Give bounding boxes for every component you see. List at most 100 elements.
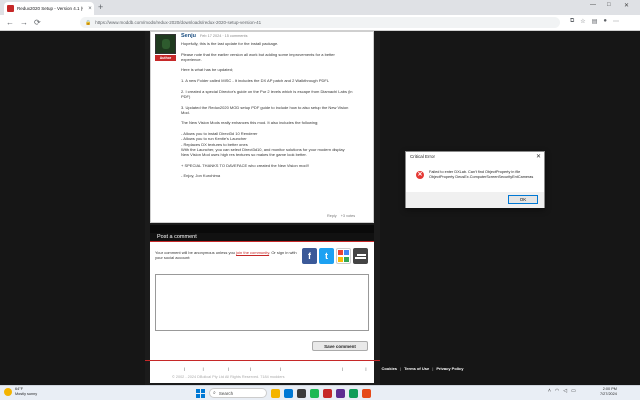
dialog-body: ✕ Failed to enter DXLab. Can't find Obje… (406, 162, 544, 192)
post-comment-heading: Post a comment (150, 233, 374, 242)
footer-link[interactable]: Cross-Platform Mod Support (284, 366, 339, 371)
windows-taskbar: 64°F Mostly sunny ⌕ Search ˄ ◠ ◁ ▭ 2:00 … (0, 385, 640, 400)
comment-line: - Enjoy, Jon Kurohima (181, 173, 221, 179)
taskbar-app-icon[interactable] (336, 388, 345, 398)
steam-icon (355, 254, 366, 259)
avatar-image (162, 39, 170, 49)
twitter-login-button[interactable]: t (319, 248, 334, 264)
footer-separator: | (202, 366, 204, 371)
taskbar-app-icon[interactable] (323, 388, 332, 398)
reload-button[interactable]: ⟳ (34, 18, 41, 27)
new-tab-button[interactable]: + (98, 3, 103, 12)
author-badge: Author (155, 55, 176, 61)
taskbar-app-icon[interactable] (310, 388, 319, 398)
start-icon[interactable] (196, 388, 205, 398)
comment-line: 2. I created a special Director's guide … (181, 88, 353, 94)
battery-icon[interactable]: ▭ (571, 388, 576, 394)
google-icon (338, 250, 349, 262)
site-info-icon[interactable]: 🔒 (85, 20, 91, 26)
collections-icon[interactable]: ▤ (592, 18, 598, 25)
browser-toolbar-icons: ⧉ ☆ ▤ ● ⋯ (570, 18, 619, 25)
comment-footer: Reply +3 votes (327, 214, 355, 218)
browser-tab[interactable]: Redux2020 Setup - Version 4.1 (v... × (4, 2, 94, 15)
search-icon: ⌕ (213, 390, 216, 396)
dialog-ok-button[interactable]: OK (508, 195, 538, 204)
search-placeholder: Search (218, 390, 234, 396)
save-comment-button[interactable]: Save comment (312, 341, 368, 351)
post-comment-intro: Your comment will be anonymous unless yo… (155, 250, 305, 261)
taskbar-center: ⌕ Search (196, 388, 371, 398)
footer-link[interactable]: Contact (232, 366, 247, 371)
social-login-buttons: f t (302, 248, 368, 264)
dialog-title: Critical Error (410, 154, 436, 159)
favicon-icon (7, 5, 14, 12)
footer-link[interactable]: Privacy Policy (436, 366, 463, 371)
taskbar-search[interactable]: ⌕ Search (209, 388, 267, 398)
avatar[interactable] (155, 34, 176, 54)
taskbar-app-icon[interactable] (349, 388, 358, 398)
weather-description: Mostly sunny (15, 391, 38, 396)
taskbar-app-icon[interactable] (284, 388, 293, 398)
footer-separator: | (183, 366, 186, 371)
clock-date: 7/27/2024 (600, 392, 617, 396)
footer-link[interactable]: Advertise (207, 366, 225, 371)
moddb-logo[interactable] (151, 365, 165, 379)
system-tray: ˄ ◠ ◁ ▭ (548, 388, 576, 394)
weather-widget[interactable]: 64°F Mostly sunny (4, 387, 37, 396)
comment-card: Author Senju Feb 17 2024 · 15 comments H… (150, 31, 374, 223)
sun-icon (4, 387, 12, 396)
footer-copyright: © 2002 - 2024 DBolical Pty Ltd All Right… (172, 375, 285, 379)
comment-body: Hopefully, this is the last update for t… (181, 41, 371, 179)
back-button[interactable]: ← (6, 18, 14, 27)
footer-separator: | (400, 366, 402, 371)
footer-link[interactable]: Blog (172, 366, 181, 371)
minimize-button[interactable]: — (590, 2, 596, 8)
page-left-background (0, 31, 145, 385)
forward-button[interactable]: → (20, 18, 28, 27)
vote-count[interactable]: +3 votes (341, 214, 355, 218)
footer-link[interactable]: About (188, 366, 200, 371)
site-footer: Blog | About | Advertise | Contact | Submit Mod |… (145, 362, 495, 384)
extensions-icon[interactable]: ⧉ (570, 18, 574, 25)
window-close-button[interactable]: ✕ (624, 2, 629, 9)
taskbar-clock[interactable]: 2:00 PM 7/27/2024 (600, 387, 617, 397)
menu-icon[interactable]: ⋯ (613, 18, 619, 25)
taskbar-app-icon[interactable] (362, 388, 371, 398)
footer-link[interactable]: Terms of Use (404, 366, 429, 371)
address-bar[interactable]: 🔒 https://www.moddb.com/mods/redux-2020/… (80, 17, 560, 28)
wifi-icon[interactable]: ◠ (555, 388, 559, 394)
dialog-message: Failed to enter DXLab. Can't find Object… (429, 170, 534, 179)
footer-link[interactable]: Submit Mod (254, 366, 277, 371)
comment-textarea[interactable] (155, 274, 369, 331)
footer-link[interactable]: Cookies (381, 366, 397, 371)
footer-separator: | (279, 366, 282, 371)
footer-separator: | (432, 366, 434, 371)
reply-link[interactable]: Reply (327, 214, 337, 218)
intro-text-before: Your comment will be anonymous unless yo… (155, 250, 235, 255)
browser-navbar: ← → ⟳ 🔒 https://www.moddb.com/mods/redux… (0, 15, 640, 31)
maximize-button[interactable]: □ (607, 2, 611, 8)
dialog-close-button[interactable]: ✕ (536, 153, 541, 160)
section-divider (150, 225, 374, 233)
url-text: https://www.moddb.com/mods/redux-2020/do… (95, 20, 262, 25)
web-page: Author Senju Feb 17 2024 · 15 comments H… (0, 31, 640, 385)
taskbar-app-icon[interactable] (297, 388, 306, 398)
comment-header: Senju Feb 17 2024 · 15 comments (181, 33, 247, 39)
footer-separator: | (249, 366, 252, 371)
google-login-button[interactable] (336, 248, 351, 264)
steam-login-button[interactable] (353, 248, 368, 264)
error-icon: ✕ (416, 171, 424, 179)
comment-username[interactable]: Senju (181, 33, 196, 39)
taskbar-app-icon[interactable] (271, 388, 280, 398)
critical-error-dialog: Critical Error ✕ ✕ Failed to enter DXLab… (405, 151, 545, 208)
footer-separator: | (365, 366, 367, 371)
facebook-login-button[interactable]: f (302, 248, 317, 264)
chevron-up-icon[interactable]: ˄ (548, 388, 551, 394)
volume-icon[interactable]: ◁ (563, 388, 567, 394)
comment-date: Feb 17 2024 · 15 comments (199, 34, 248, 38)
tab-close-icon[interactable]: × (86, 6, 94, 12)
join-community-link[interactable]: join the community (236, 250, 269, 255)
profile-icon[interactable]: ● (603, 18, 607, 25)
favorites-icon[interactable]: ☆ (580, 18, 585, 25)
footer-link[interactable]: Site Map (346, 366, 362, 371)
